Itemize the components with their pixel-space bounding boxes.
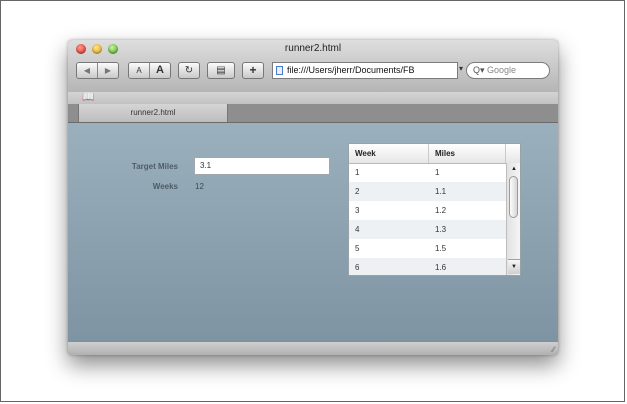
bookmarks-bar: 📖	[68, 92, 558, 104]
snapback-icon: ▤	[216, 65, 226, 76]
weeks-miles-grid: Week Miles 1 1 2 1.1 3 1.2 4 1.3 5 1.5 6…	[348, 143, 521, 276]
table-row[interactable]: 3 1.2	[349, 201, 506, 220]
miles-cell: 1	[435, 168, 440, 177]
text-smaller-button[interactable]: A	[129, 63, 149, 78]
miles-cell: 1.3	[435, 225, 447, 234]
week-cell: 5	[355, 244, 360, 253]
title-bar: runner2.html ◀ ▶ A A ↻ ▤ + file:///Users…	[68, 40, 558, 93]
column-header-miles[interactable]: Miles	[429, 144, 506, 163]
table-row[interactable]: 1 1	[349, 163, 506, 182]
miles-cell: 1.6	[435, 263, 447, 272]
table-row[interactable]: 2 1.1	[349, 182, 506, 201]
search-icon: Q▾	[473, 65, 485, 75]
scroll-up-arrow-icon[interactable]: ▲	[508, 163, 520, 175]
resize-grip-icon[interactable]: ∕∕	[552, 345, 555, 354]
add-bookmark-button[interactable]: +	[242, 62, 264, 79]
search-field[interactable]: Q▾ Google	[466, 62, 550, 79]
back-arrow-icon[interactable]: ◀	[77, 63, 97, 78]
week-cell: 1	[355, 168, 360, 177]
window-title: runner2.html	[284, 43, 342, 54]
target-miles-input[interactable]: 3.1	[194, 157, 330, 175]
status-bar: ∕∕	[68, 341, 558, 355]
grid-header: Week Miles	[349, 144, 520, 164]
table-row[interactable]: 6 1.6	[349, 258, 506, 275]
table-row[interactable]: 5 1.5	[349, 239, 506, 258]
forward-arrow-icon[interactable]: ▶	[97, 63, 118, 78]
page-icon	[276, 66, 283, 75]
snapback-button[interactable]: ▤	[207, 62, 235, 79]
column-header-week[interactable]: Week	[349, 144, 429, 163]
browser-window: runner2.html ◀ ▶ A A ↻ ▤ + file:///Users…	[68, 40, 558, 355]
target-miles-label: Target Miles	[131, 162, 178, 171]
table-row[interactable]: 4 1.3	[349, 220, 506, 239]
scroll-down-arrow-icon[interactable]: ▼	[508, 259, 520, 274]
url-dropdown-icon[interactable]: ▾	[459, 64, 463, 73]
week-cell: 3	[355, 206, 360, 215]
url-text: file:///Users/jherr/Documents/FB	[287, 65, 415, 75]
tab-runner2[interactable]: runner2.html	[78, 104, 228, 122]
miles-cell: 1.5	[435, 244, 447, 253]
reload-button[interactable]: ↻	[178, 62, 200, 79]
tab-strip: runner2.html	[68, 104, 558, 123]
url-field[interactable]: file:///Users/jherr/Documents/FB	[272, 62, 458, 79]
miles-cell: 1.1	[435, 187, 447, 196]
back-forward-buttons: ◀ ▶	[76, 62, 119, 79]
grid-scrollbar[interactable]: ▲ ▼	[506, 163, 520, 275]
search-placeholder: Google	[487, 65, 517, 75]
reload-icon: ↻	[184, 65, 194, 76]
weeks-label: Weeks	[152, 182, 178, 191]
text-size-buttons: A A	[128, 62, 171, 79]
week-cell: 6	[355, 263, 360, 272]
text-bigger-button[interactable]: A	[149, 63, 170, 78]
scroll-thumb[interactable]	[509, 176, 518, 218]
page-content: Target Miles 3.1 Weeks 12 Week Miles 1 1…	[68, 123, 558, 341]
bookmarks-book-icon[interactable]: 📖	[82, 92, 94, 104]
miles-cell: 1.2	[435, 206, 447, 215]
weeks-value: 12	[195, 182, 204, 191]
week-cell: 4	[355, 225, 360, 234]
week-cell: 2	[355, 187, 360, 196]
